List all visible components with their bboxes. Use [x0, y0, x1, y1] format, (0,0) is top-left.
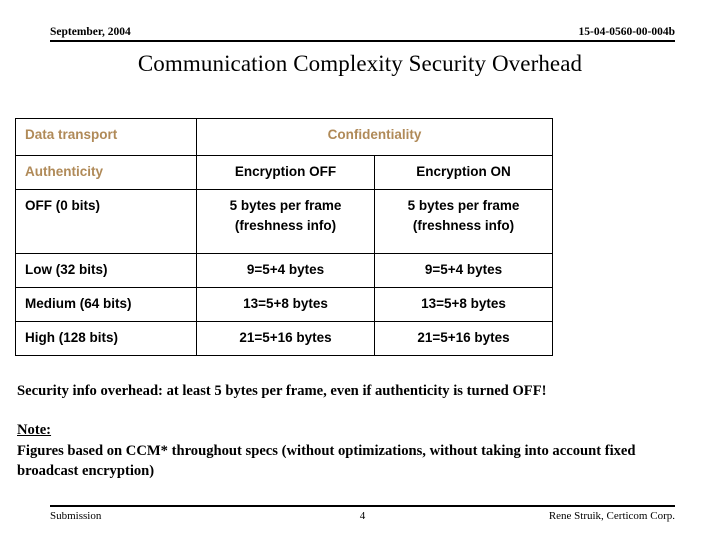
table-header-data-transport: Data transport: [15, 118, 197, 156]
table-header-encryption-off-label: Encryption OFF: [234, 164, 337, 179]
table-cell-encryption-on: 13=5+8 bytes: [374, 287, 553, 322]
page-title: Communication Complexity Security Overhe…: [137, 51, 583, 76]
table-cell-encryption-on-value: 5 bytes per frame (freshness info): [375, 190, 552, 253]
table-cell-encryption-on: 5 bytes per frame (freshness info): [374, 189, 553, 254]
table-cell-encryption-off-value: 13=5+8 bytes: [243, 296, 328, 311]
table-header-authenticity-label: Authenticity: [25, 164, 104, 179]
footer-page-number: 4: [359, 510, 366, 522]
table-row-label: Low (32 bits): [25, 262, 108, 277]
note-body: Figures based on CCM* throughout specs (…: [17, 443, 636, 479]
note-heading: Note:: [17, 422, 52, 438]
footer-author: Rene Struik, Certicom Corp.: [548, 510, 675, 522]
table-cell-on-line1: 5 bytes per frame: [407, 198, 520, 213]
table-row: High (128 bits) 21=5+16 bytes 21=5+16 by…: [15, 321, 553, 356]
table-cell-encryption-off: 5 bytes per frame (freshness info): [196, 189, 375, 254]
table-row-label-cell: High (128 bits): [15, 321, 197, 356]
table-cell-encryption-off: 13=5+8 bytes: [196, 287, 375, 322]
table-cell-encryption-on-value: 13=5+8 bytes: [421, 296, 506, 311]
table-cell-on-line2: (freshness info): [412, 218, 515, 233]
table-header-confidentiality-label: Confidentiality: [327, 127, 422, 142]
table-header-encryption-off: Encryption OFF: [196, 155, 375, 190]
table-cell-off-line1: 5 bytes per frame: [229, 198, 342, 213]
table-cell-encryption-on: 21=5+16 bytes: [374, 321, 553, 356]
header-date: September, 2004: [50, 26, 131, 38]
table-row-label: Medium (64 bits): [25, 296, 132, 311]
security-overhead-table: Data transport Confidentiality Authentic…: [15, 118, 553, 356]
table-row-label-cell: Low (32 bits): [15, 253, 197, 288]
table-cell-off-line2: (freshness info): [234, 218, 337, 233]
table-cell-encryption-on-value: 9=5+4 bytes: [424, 262, 503, 277]
header-document-number: 15-04-0560-00-004b: [578, 26, 675, 38]
security-overhead-note: Security info overhead: at least 5 bytes…: [17, 383, 547, 399]
table-row: OFF (0 bits) 5 bytes per frame (freshnes…: [15, 189, 553, 254]
table-row-label: OFF (0 bits): [25, 198, 100, 213]
table-row-label-cell: OFF (0 bits): [15, 189, 197, 254]
table-row: Medium (64 bits) 13=5+8 bytes 13=5+8 byt…: [15, 287, 553, 322]
table-cell-encryption-on: 9=5+4 bytes: [374, 253, 553, 288]
table-header-row-group: Data transport Confidentiality: [15, 118, 553, 156]
table-cell-encryption-off-value: 21=5+16 bytes: [239, 330, 332, 345]
table-row-label: High (128 bits): [25, 330, 119, 345]
slide-footer: Submission 4 Rene Struik, Certicom Corp.: [50, 505, 675, 523]
table-cell-encryption-off: 9=5+4 bytes: [196, 253, 375, 288]
table-cell-encryption-off: 21=5+16 bytes: [196, 321, 375, 356]
footer-submission-label: Submission: [50, 510, 102, 522]
table-header-data-transport-label: Data transport: [25, 127, 118, 142]
table-header-authenticity: Authenticity: [15, 155, 197, 190]
table-row: Low (32 bits) 9=5+4 bytes 9=5+4 bytes: [15, 253, 553, 288]
table-header-confidentiality: Confidentiality: [196, 118, 553, 156]
table-cell-encryption-on-value: 21=5+16 bytes: [417, 330, 510, 345]
table-cell-encryption-off-value: 5 bytes per frame (freshness info): [197, 190, 374, 253]
table-cell-encryption-off-value: 9=5+4 bytes: [246, 262, 325, 277]
table-header-encryption-on: Encryption ON: [374, 155, 553, 190]
slide-header: September, 2004 15-04-0560-00-004b: [50, 26, 675, 42]
table-header-row-columns: Authenticity Encryption OFF Encryption O…: [15, 155, 553, 190]
table-row-label-cell: Medium (64 bits): [15, 287, 197, 322]
table-header-encryption-on-label: Encryption ON: [416, 164, 511, 179]
